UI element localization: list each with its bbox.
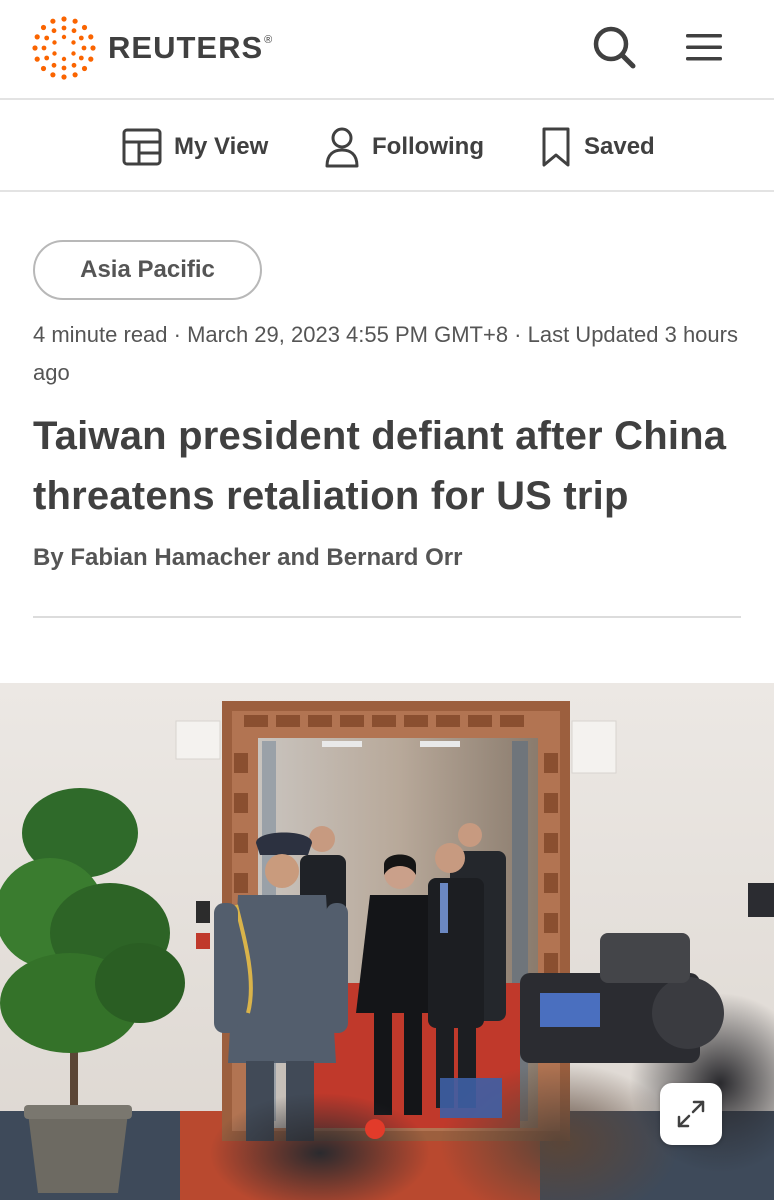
reuters-wordmark: REUTERS® xyxy=(108,30,273,66)
person-icon xyxy=(325,127,359,168)
registered-mark: ® xyxy=(264,34,274,46)
reuters-logo[interactable]: REUTERS® xyxy=(32,16,273,80)
divider xyxy=(33,616,741,618)
reuters-logo-mark xyxy=(32,16,96,80)
nav-following[interactable]: Following xyxy=(324,124,484,170)
menu-button[interactable] xyxy=(680,28,728,68)
brand-name: REUTERS xyxy=(108,30,264,65)
nav-my-view[interactable]: My View xyxy=(122,124,268,170)
search-button[interactable] xyxy=(590,24,640,72)
expand-icon xyxy=(677,1100,705,1128)
nav-my-view-label: My View xyxy=(174,133,269,160)
nav-saved-label: Saved xyxy=(584,133,655,160)
article-headline: Taiwan president defiant after China thr… xyxy=(33,414,727,518)
article-byline: By Fabian Hamacher and Bernard Orr xyxy=(33,544,463,571)
layout-icon xyxy=(122,128,162,166)
article-meta: 4 minute read · March 29, 2023 4:55 PM G… xyxy=(33,322,738,385)
bookmark-icon xyxy=(542,127,570,167)
site-header: REUTERS® xyxy=(0,0,774,100)
nav-following-label: Following xyxy=(372,133,484,160)
article-photo[interactable] xyxy=(0,683,774,1200)
hamburger-menu-icon xyxy=(686,34,722,61)
section-tag[interactable]: Asia Pacific xyxy=(33,240,262,300)
article-photo-illustration xyxy=(0,683,774,1200)
search-icon xyxy=(593,26,636,69)
expand-image-button[interactable] xyxy=(660,1083,722,1145)
nav-saved[interactable]: Saved xyxy=(540,124,655,170)
sub-navigation: My View Following Saved xyxy=(0,102,774,192)
